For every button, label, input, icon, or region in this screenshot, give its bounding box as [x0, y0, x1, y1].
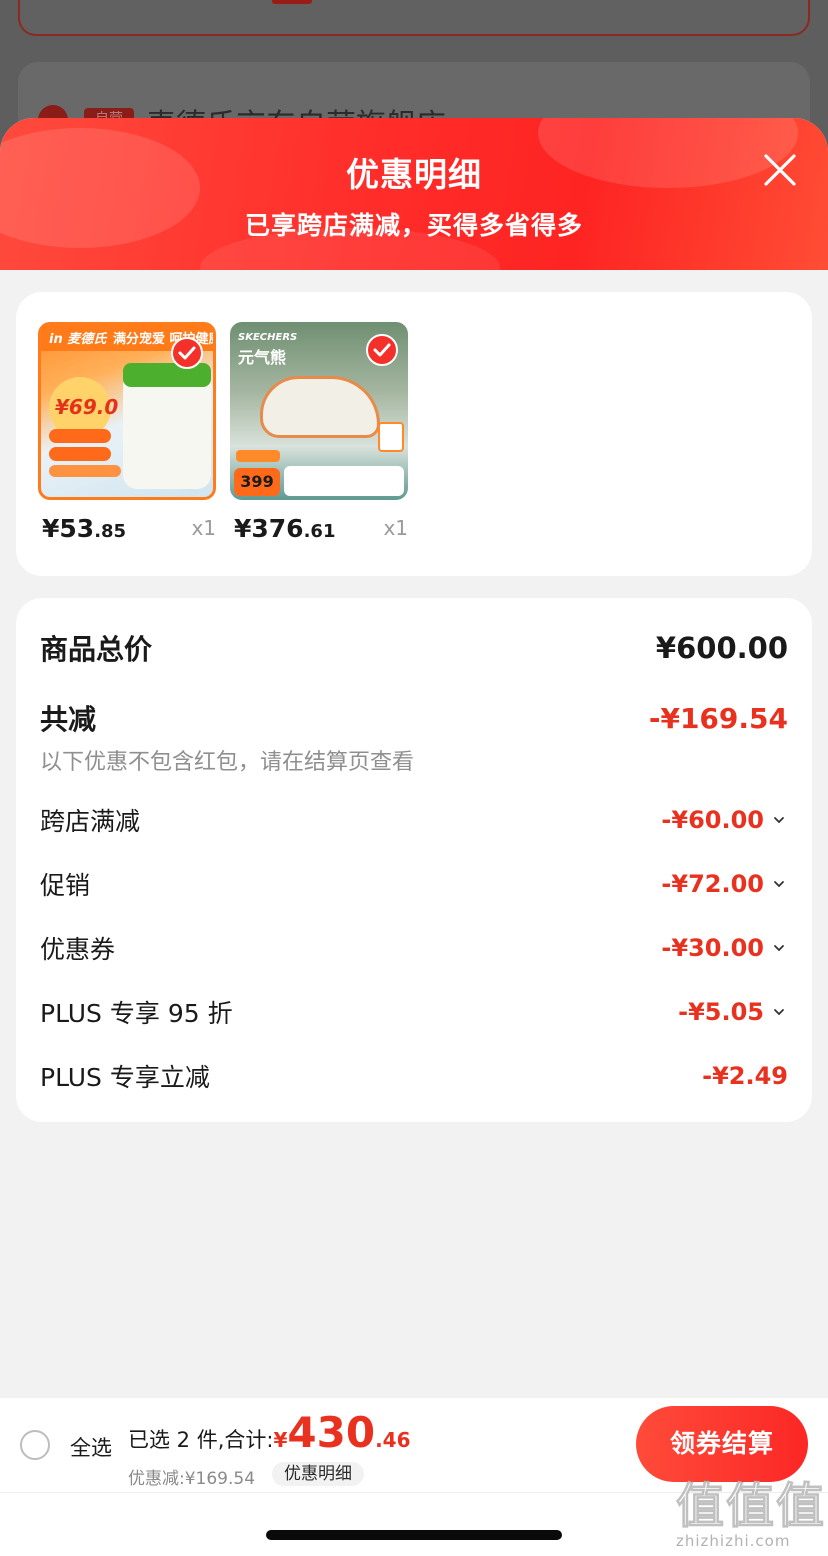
discount-item-amount: -¥5.05 — [678, 998, 764, 1026]
discount-item-value: -¥30.00 — [661, 934, 788, 962]
product-image-jar — [123, 371, 211, 489]
price-summary-card: 商品总价 ¥600.00 共减 -¥169.54 以下优惠不包含红包，请在结算页… — [16, 598, 812, 1122]
products-card: in 麦德氏 满分宠爱 呵护健康 ¥69.0 ¥53.85 x1 SKECHER… — [16, 292, 812, 576]
product-image-tag — [378, 422, 404, 452]
discount-item-row[interactable]: 促销 -¥72.00 — [40, 866, 788, 902]
product-image-price: ¥69.0 — [55, 395, 119, 419]
total-amount-integer: 430 — [287, 1408, 376, 1457]
watermark-logo: 值值值 — [676, 1478, 827, 1535]
price-integer: ¥53 — [42, 514, 95, 543]
select-all-label[interactable]: 全选 — [70, 1432, 112, 1462]
product-image-brand: SKECHERS — [238, 332, 298, 343]
chevron-down-icon[interactable] — [770, 875, 788, 893]
product-image[interactable]: in 麦德氏 满分宠爱 呵护健康 ¥69.0 — [38, 322, 216, 500]
discount-item-label: 优惠券 — [40, 935, 116, 964]
product-quantity: x1 — [191, 516, 216, 540]
discount-item-row: PLUS 专享立减 -¥2.49 — [40, 1058, 788, 1094]
checked-icon[interactable] — [171, 337, 203, 369]
select-all-checkbox[interactable] — [20, 1430, 50, 1460]
discount-item-amount: -¥60.00 — [661, 806, 764, 834]
discount-note: 以下优惠不包含红包，请在结算页查看 — [40, 750, 415, 775]
total-price-row: 商品总价 ¥600.00 — [40, 628, 788, 668]
product-image[interactable]: SKECHERS 元气熊 399 — [230, 322, 408, 500]
product-image-date-pill — [49, 465, 121, 477]
discount-item-amount: -¥72.00 — [661, 870, 764, 898]
total-discount-value: -¥169.54 — [648, 701, 788, 735]
product-image-logo: in 麦德氏 — [49, 332, 107, 347]
background-badge — [272, 0, 312, 4]
discount-item-row[interactable]: PLUS 专享 95 折 -¥5.05 — [40, 994, 788, 1030]
product-image-info-box — [284, 466, 404, 496]
product-price: ¥376.61 — [234, 514, 335, 543]
chevron-down-icon[interactable] — [770, 1003, 788, 1021]
product-item[interactable]: SKECHERS 元气熊 399 ¥376.61 x1 — [230, 322, 408, 543]
total-price-label: 商品总价 — [40, 633, 153, 666]
sheet-title: 优惠明细 — [346, 155, 482, 194]
total-amount-decimal: .46 — [375, 1428, 411, 1452]
product-item[interactable]: in 麦德氏 满分宠爱 呵护健康 ¥69.0 ¥53.85 x1 — [38, 322, 216, 543]
sheet-subtitle: 已享跨店满减，买得多省得多 — [244, 211, 583, 240]
total-discount-label: 共减 — [40, 703, 97, 736]
price-integer: ¥376 — [234, 514, 304, 543]
product-image-promo-pill — [49, 429, 111, 443]
discount-summary: 优惠减:¥169.54 — [128, 1469, 256, 1489]
product-image-title: 元气熊 — [238, 348, 287, 367]
price-decimal: .61 — [303, 521, 336, 542]
discount-item-amount: -¥30.00 — [661, 934, 764, 962]
discount-item-value: -¥72.00 — [661, 870, 788, 898]
product-image-price: 399 — [234, 468, 280, 496]
product-price: ¥53.85 — [42, 514, 126, 543]
chevron-down-icon[interactable] — [770, 939, 788, 957]
product-quantity: x1 — [383, 516, 408, 540]
price-decimal: .85 — [94, 521, 127, 542]
discount-item-value: -¥2.49 — [702, 1062, 788, 1090]
product-image-promo-pill — [49, 447, 111, 461]
discount-item-label: 促销 — [40, 871, 91, 900]
discount-item-row[interactable]: 优惠券 -¥30.00 — [40, 930, 788, 966]
selected-count-text: 已选 2 件,合计: — [128, 1428, 274, 1452]
product-image-label — [236, 450, 280, 462]
checked-icon[interactable] — [366, 334, 398, 366]
product-image-shoe — [260, 376, 380, 438]
home-indicator[interactable] — [266, 1530, 562, 1540]
chevron-down-icon[interactable] — [770, 811, 788, 829]
discount-detail-sheet: 优惠明细 已享跨店满减，买得多省得多 in 麦德氏 满分宠爱 呵护健康 ¥69.… — [0, 118, 828, 1556]
discount-detail-button[interactable]: 优惠明细 — [272, 1462, 364, 1486]
discount-item-row[interactable]: 跨店满减 -¥60.00 — [40, 802, 788, 838]
discount-item-label: PLUS 专享 95 折 — [40, 999, 233, 1028]
discount-item-label: PLUS 专享立减 — [40, 1063, 210, 1092]
watermark: 值值值 zhizhizhi.com — [676, 1466, 827, 1551]
close-icon[interactable] — [760, 150, 800, 190]
total-price-value: ¥600.00 — [655, 631, 788, 665]
currency-symbol: ¥ — [273, 1428, 288, 1452]
discount-item-label: 跨店满减 — [40, 807, 141, 836]
sheet-header: 优惠明细 已享跨店满减，买得多省得多 — [0, 118, 828, 270]
selected-summary: 已选 2 件,合计: ¥ 430 .46 — [128, 1408, 411, 1457]
background-top-card — [18, 0, 810, 36]
discount-item-value: -¥60.00 — [661, 806, 788, 834]
total-discount-row: 共减 -¥169.54 — [40, 698, 788, 738]
discount-item-value: -¥5.05 — [678, 998, 788, 1026]
